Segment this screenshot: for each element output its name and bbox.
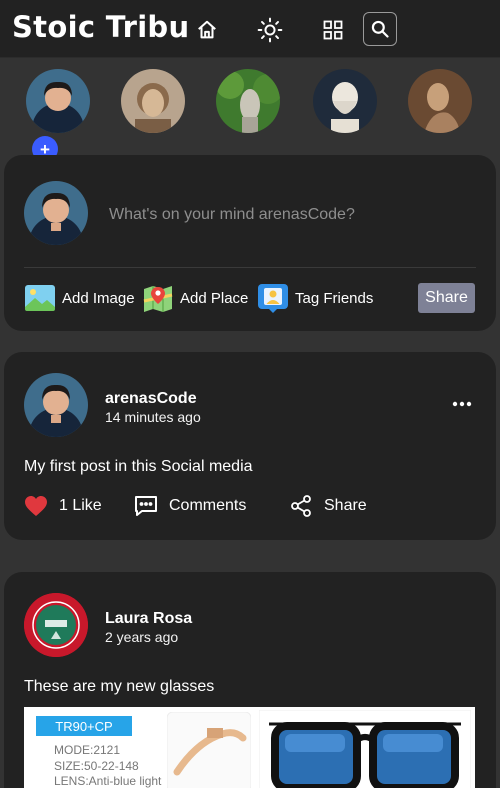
comment-icon — [135, 496, 157, 516]
avatar[interactable] — [24, 373, 88, 437]
search-button[interactable] — [363, 12, 397, 46]
post-card: arenasCode 14 minutes ago My first post … — [4, 352, 496, 540]
story-seneca[interactable] — [408, 69, 472, 133]
tag-friends-label: Tag Friends — [295, 289, 374, 307]
tag-friends-button[interactable]: Tag Friends — [257, 283, 373, 313]
sun-icon[interactable] — [254, 14, 286, 46]
story-marcus-aurelius[interactable] — [121, 69, 185, 133]
comments-label: Comments — [169, 497, 247, 514]
spec-line: SIZE:50-22-148 — [54, 759, 139, 773]
tag-user-icon — [258, 284, 288, 313]
heart-icon — [25, 496, 47, 516]
stories-row: + — [0, 58, 500, 162]
like-count: 1 Like — [59, 497, 102, 514]
story-statue-garden[interactable] — [216, 69, 280, 133]
post-composer: Add Image Add Place Tag Friends Share — [4, 155, 496, 331]
spec-line: LENS:Anti-blue light — [54, 774, 162, 788]
glasses-hinge-closeup — [167, 712, 251, 788]
post-text: These are my new glasses — [24, 678, 215, 695]
top-bar: Stoic Tribu — [0, 0, 500, 58]
avatar[interactable] — [24, 593, 88, 657]
post-author[interactable]: Laura Rosa — [105, 610, 192, 628]
post-text: My first post in this Social media — [24, 458, 253, 475]
post-input[interactable] — [109, 203, 439, 227]
post-card: Laura Rosa 2 years ago These are my new … — [4, 572, 496, 788]
divider — [24, 267, 476, 268]
spec-line: MODE:2121 — [54, 743, 121, 757]
comments-button[interactable]: Comments — [134, 494, 246, 518]
story-aristotle[interactable] — [313, 69, 377, 133]
share-post-button[interactable]: Share — [418, 283, 475, 313]
add-place-button[interactable]: Add Place — [142, 283, 248, 313]
home-icon[interactable] — [191, 14, 223, 46]
share-label: Share — [324, 497, 367, 514]
app-title: Stoic Tribu — [12, 10, 190, 44]
like-button[interactable]: 1 Like — [24, 494, 102, 518]
map-pin-icon — [143, 286, 173, 312]
add-image-button[interactable]: Add Image — [24, 283, 135, 313]
post-timestamp: 2 years ago — [105, 629, 179, 645]
post-author[interactable]: arenasCode — [105, 390, 197, 408]
add-place-label: Add Place — [180, 289, 249, 307]
image-icon — [25, 285, 55, 311]
post-timestamp: 14 minutes ago — [105, 409, 201, 425]
search-icon — [371, 20, 389, 38]
add-image-label: Add Image — [62, 289, 135, 307]
post-image[interactable]: TR90+CP MODE:2121 SIZE:50-22-148 LENS:An… — [24, 707, 475, 788]
grid-icon[interactable] — [317, 14, 349, 46]
glasses-photo — [259, 710, 471, 788]
product-badge: TR90+CP — [36, 716, 132, 736]
story-own[interactable] — [26, 69, 90, 133]
share-icon — [291, 495, 311, 517]
more-options-icon[interactable] — [450, 398, 474, 410]
share-button[interactable]: Share — [289, 494, 367, 518]
avatar — [24, 181, 88, 245]
